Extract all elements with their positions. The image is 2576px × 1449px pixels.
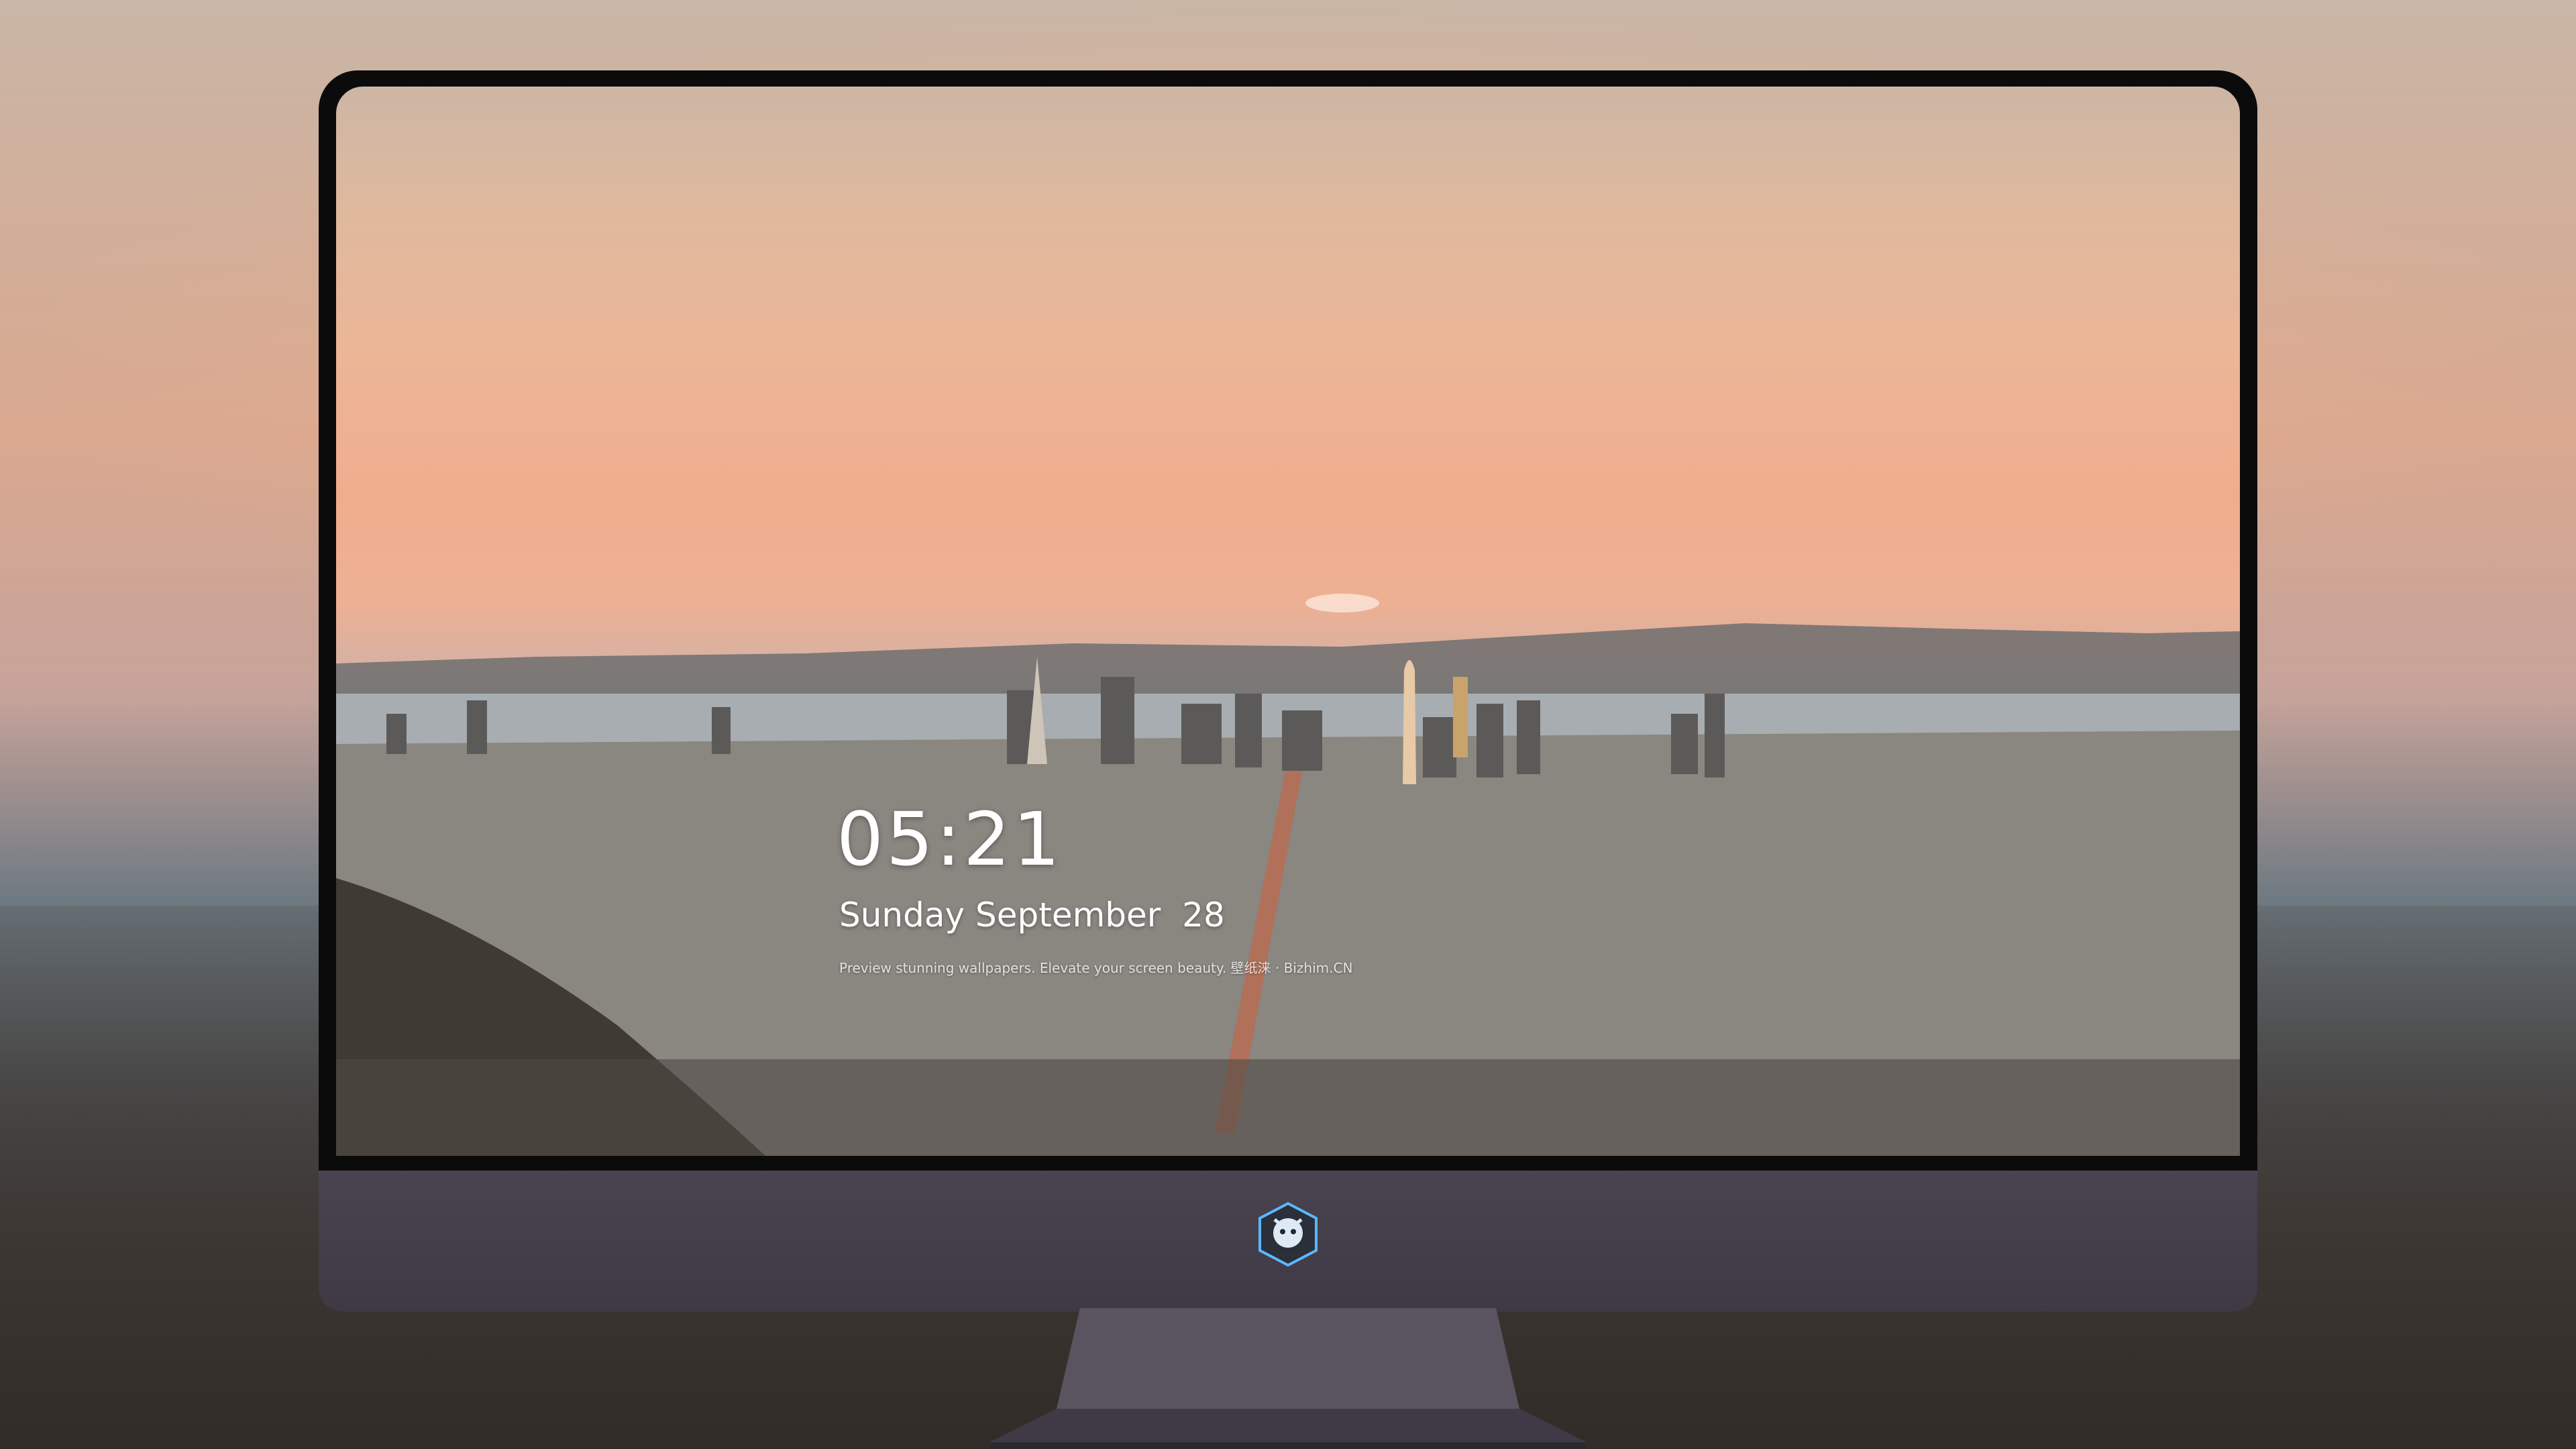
- monitor-stand: [989, 1308, 1587, 1449]
- desktop-screen: 05:21 Sunday September 28 Preview stunni…: [336, 87, 2240, 1156]
- brand-logo-icon: [1258, 1201, 1318, 1267]
- monitor-chin: [319, 1171, 2257, 1311]
- wallpaper-cityscape: [336, 594, 2240, 1156]
- lockscreen-clock: 05:21: [837, 796, 1063, 882]
- monitor: 05:21 Sunday September 28 Preview stunni…: [319, 70, 2257, 1311]
- monitor-bezel: 05:21 Sunday September 28 Preview stunni…: [319, 70, 2257, 1171]
- lockscreen-date: Sunday September 28: [839, 896, 1225, 934]
- wallpaper-caption: Preview stunning wallpapers. Elevate you…: [839, 960, 1353, 976]
